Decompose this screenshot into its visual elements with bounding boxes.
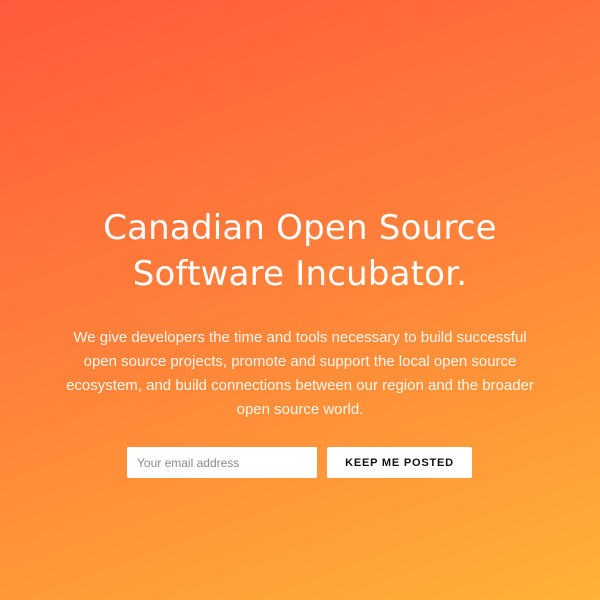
email-input[interactable]	[127, 447, 317, 478]
title-line-2: Software Incubator.	[132, 254, 468, 294]
newsletter-signup-form: KEEP ME POSTED	[127, 447, 473, 478]
hero-section: Canadian Open Source Software Incubator.…	[0, 0, 600, 600]
keep-me-posted-button[interactable]: KEEP ME POSTED	[327, 447, 472, 478]
page-title: Canadian Open Source Software Incubator.	[50, 205, 550, 297]
title-line-1: Canadian Open Source	[103, 208, 497, 248]
hero-description: We give developers the time and tools ne…	[66, 329, 534, 418]
